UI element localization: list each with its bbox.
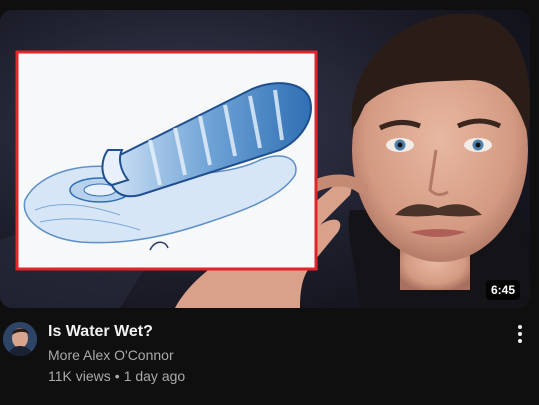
menu-dot	[518, 332, 522, 336]
duration-badge: 6:45	[485, 280, 520, 300]
video-thumbnail[interactable]: 6:45	[0, 10, 530, 308]
view-count: 11K views	[48, 368, 111, 384]
upload-age: 1 day ago	[123, 368, 186, 384]
video-card[interactable]: 6:45 Is Water Wet? More Alex O'Connor 11…	[0, 0, 539, 405]
separator: •	[114, 368, 120, 384]
channel-name[interactable]: More Alex O'Connor	[48, 346, 174, 364]
avatar-image	[3, 322, 37, 356]
menu-dot	[518, 325, 522, 329]
more-vertical-icon[interactable]	[508, 322, 532, 346]
menu-dot	[518, 339, 522, 343]
video-details: Is Water Wet? More Alex O'Connor 11K vie…	[0, 320, 539, 400]
video-stats: 11K views • 1 day ago	[48, 367, 185, 385]
video-title[interactable]: Is Water Wet?	[48, 322, 153, 342]
channel-avatar[interactable]	[3, 322, 37, 356]
thumbnail-image	[0, 10, 530, 308]
